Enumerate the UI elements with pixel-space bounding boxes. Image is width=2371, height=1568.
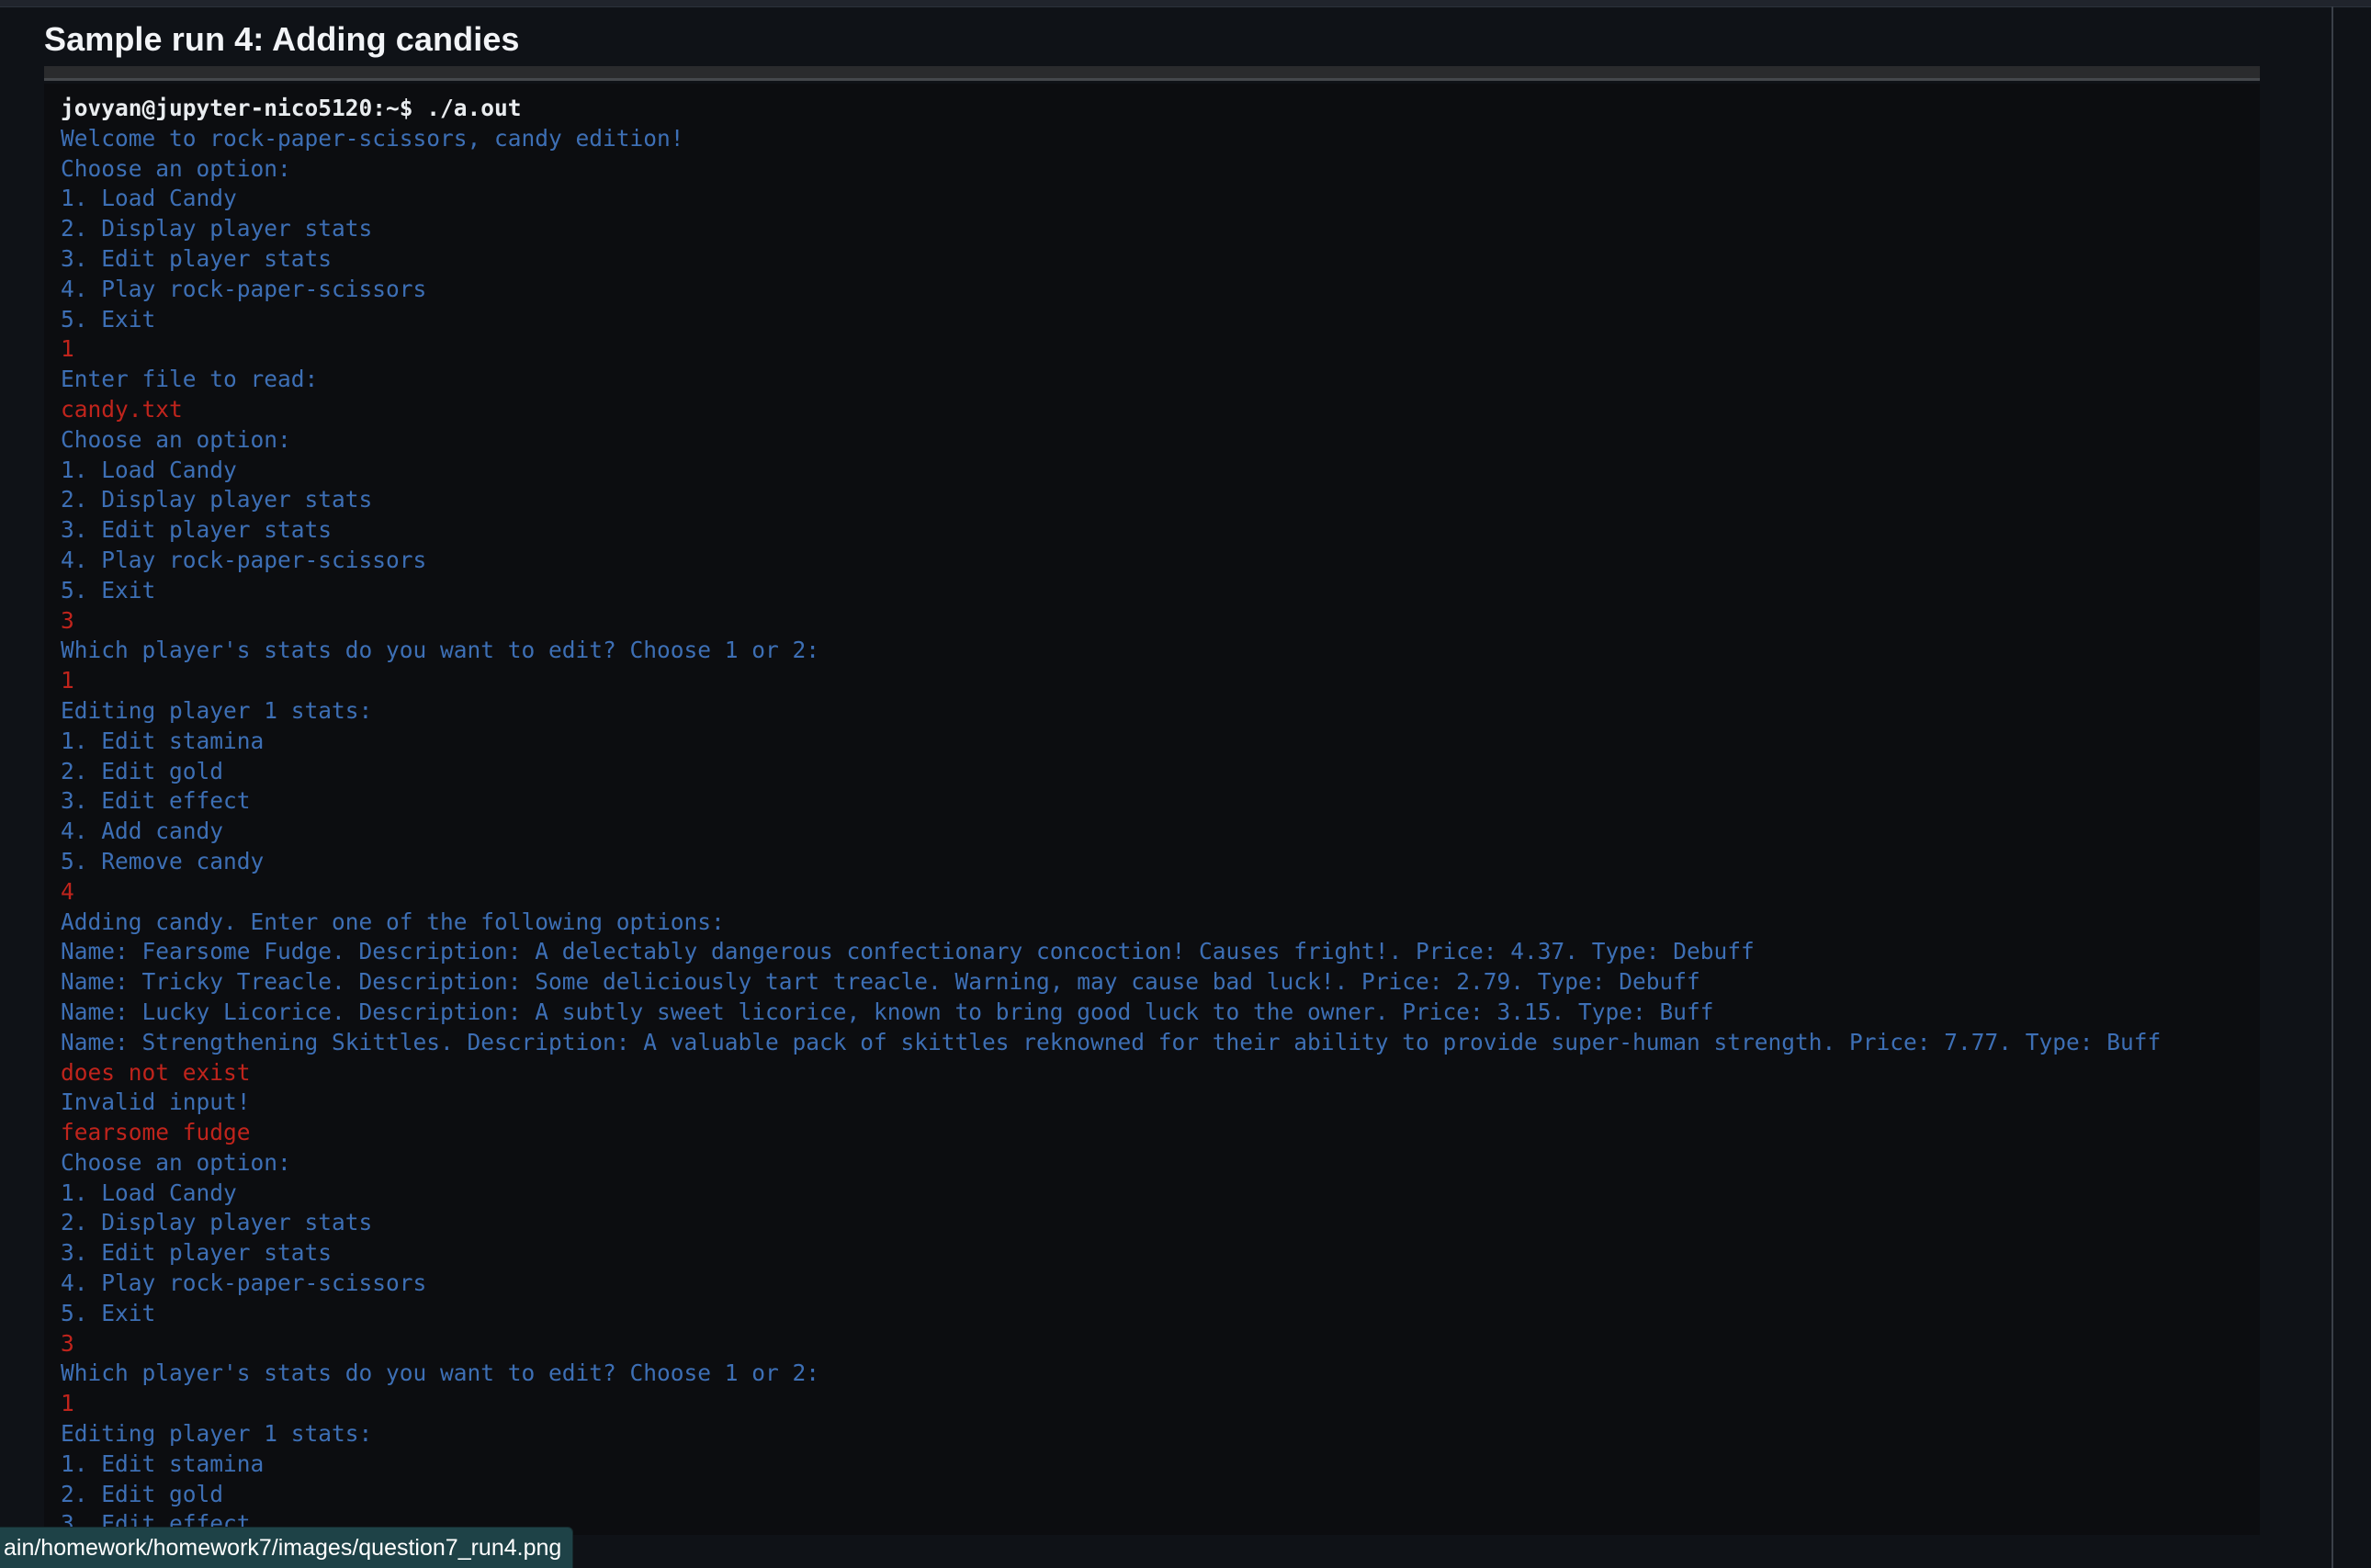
terminal-line-output: 4. Play rock-paper-scissors [61,546,427,573]
terminal-line-output: 2. Display player stats [61,215,373,243]
terminal-line-input: 3 [61,606,74,634]
terminal-line-output: 3. Edit player stats [61,1239,333,1267]
terminal-line-output: 3. Edit player stats [61,516,333,544]
terminal-line-output: Which player's stats do you want to edit… [61,1359,820,1387]
terminal-line-prompt: jovyan@jupyter-nico5120:~$ ./a.out [61,95,522,121]
page-title: Sample run 4: Adding candies [44,20,520,58]
terminal-line-output: Editing player 1 stats: [61,696,373,724]
page-root: Sample run 4: Adding candies jovyan@jupy… [0,0,2371,1568]
terminal-line-output: 2. Display player stats [61,486,373,513]
terminal-line-input: 4 [61,877,74,905]
terminal-line-output: Name: Lucky Licorice. Description: A sub… [61,998,1714,1025]
terminal-line-output: Name: Fearsome Fudge. Description: A del… [61,938,1755,965]
terminal-line-output: Name: Strengthening Skittles. Descriptio… [61,1028,2162,1055]
terminal-line-output: 5. Exit [61,1299,156,1326]
terminal-line-output: 2. Edit gold [61,757,224,784]
terminal-line-output: 1. Load Candy [61,185,237,212]
terminal-line-output: Name: Tricky Treacle. Description: Some … [61,968,1700,996]
terminal-line-input: 1 [61,667,74,694]
terminal-line-output: 1. Load Candy [61,456,237,483]
terminal-line-input: candy.txt [61,395,183,423]
terminal-line-input: 3 [61,1329,74,1357]
terminal-line-output: 5. Exit [61,576,156,604]
terminal-line-output: 3. Edit effect [61,787,251,815]
terminal-line-output: 4. Play rock-paper-scissors [61,1269,427,1297]
status-bar-url: ain/homework/homework7/images/question7_… [0,1528,573,1568]
page-right-divider [2331,6,2333,1568]
terminal-line-input: 1 [61,1390,74,1417]
terminal-line-input: 1 [61,335,74,363]
terminal-lines: jovyan@jupyter-nico5120:~$ ./a.out Welcom… [44,84,2260,1535]
viewport-top-strip [0,0,2371,7]
terminal-line-output: 1. Load Candy [61,1179,237,1206]
terminal-line-output: 5. Exit [61,305,156,333]
terminal-line-output: 2. Edit gold [61,1480,224,1507]
terminal-line-output: Choose an option: [61,154,291,182]
terminal-line-output: 2. Display player stats [61,1209,373,1236]
terminal-line-output: 1. Edit stamina [61,1450,265,1477]
terminal-line-output: Choose an option: [61,1148,291,1176]
terminal-line-output: Which player's stats do you want to edit… [61,637,820,664]
terminal-line-input: does not exist [61,1058,251,1086]
terminal-line-output: Editing player 1 stats: [61,1420,373,1448]
terminal-horizontal-scrollbar[interactable] [44,66,2260,81]
terminal-line-output: Choose an option: [61,425,291,453]
terminal-line-output: 5. Remove candy [61,847,265,874]
terminal-line-input: fearsome fudge [61,1119,251,1146]
terminal-output-block: jovyan@jupyter-nico5120:~$ ./a.out Welcom… [44,84,2260,1535]
terminal-line-output: Invalid input! [61,1089,251,1116]
terminal-line-output: Welcome to rock-paper-scissors, candy ed… [61,124,684,152]
terminal-line-output: Enter file to read: [61,366,319,393]
terminal-line-output: 3. Edit player stats [61,244,333,272]
terminal-line-output: Adding candy. Enter one of the following… [61,908,725,935]
terminal-line-output: 1. Edit stamina [61,727,265,754]
terminal-line-output: 4. Add candy [61,818,224,845]
terminal-line-output: 4. Play rock-paper-scissors [61,275,427,302]
